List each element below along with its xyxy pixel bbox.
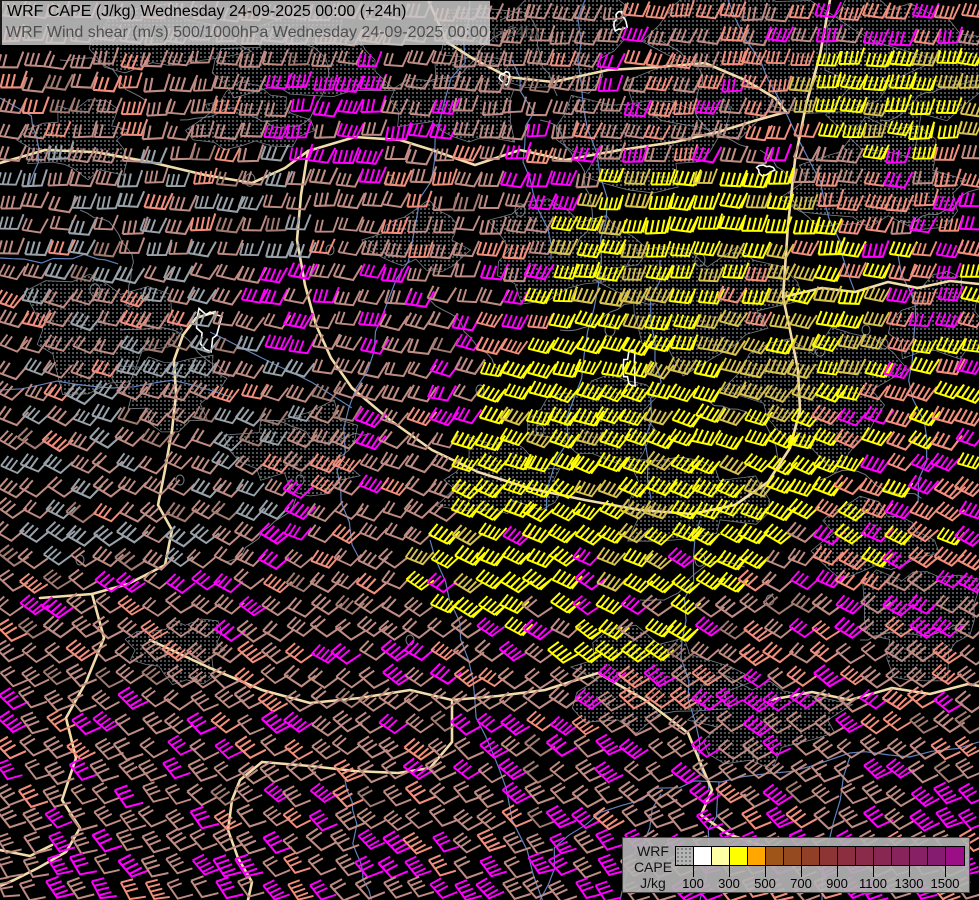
colorbar-tick-label: 1300 [895,876,924,891]
colorbar-tick-label: 1500 [931,876,960,891]
colorbar-cell [748,847,766,865]
colorbar-tick-label: 300 [718,876,740,891]
colorbar-cell [694,847,712,865]
colorbar-cell [766,847,784,865]
map-canvas [0,0,979,900]
cape-colorbar [675,846,965,866]
colorbar-cell [676,847,694,865]
colorbar-cell [874,847,892,865]
legend-model-label: WRF [629,843,677,859]
colorbar-cell [946,847,964,865]
colorbar-cell [712,847,730,865]
colorbar-tick-label: 700 [790,876,812,891]
cape-legend: WRF CAPE J/kg 100 300 500 700 900 1100 1300 150… [622,837,970,893]
colorbar-tick-label: 500 [754,876,776,891]
wrf-weather-map: WRF CAPE (J/kg) Wednesday 24-09-2025 00:… [0,0,979,900]
colorbar-cell [784,847,802,865]
colorbar-cell [802,847,820,865]
colorbar-tick-label: 100 [682,876,704,891]
legend-variable-label: CAPE [629,859,677,875]
colorbar-tick-label: 1100 [859,876,887,891]
colorbar-cell [820,847,838,865]
cape-title: WRF CAPE (J/kg) Wednesday 24-09-2025 00:… [7,3,406,21]
colorbar-cell [838,847,856,865]
colorbar-cell [730,847,748,865]
legend-unit-label: J/kg [629,875,677,891]
title-overlay: WRF CAPE (J/kg) Wednesday 24-09-2025 00:… [0,0,490,45]
colorbar-cell [910,847,928,865]
colorbar-cell [856,847,874,865]
colorbar-cell [892,847,910,865]
wind-shear-title: WRF Wind shear (m/s) 500/1000hPa Wednesd… [6,24,539,42]
colorbar-cell [928,847,946,865]
colorbar-tick-label: 900 [826,876,848,891]
